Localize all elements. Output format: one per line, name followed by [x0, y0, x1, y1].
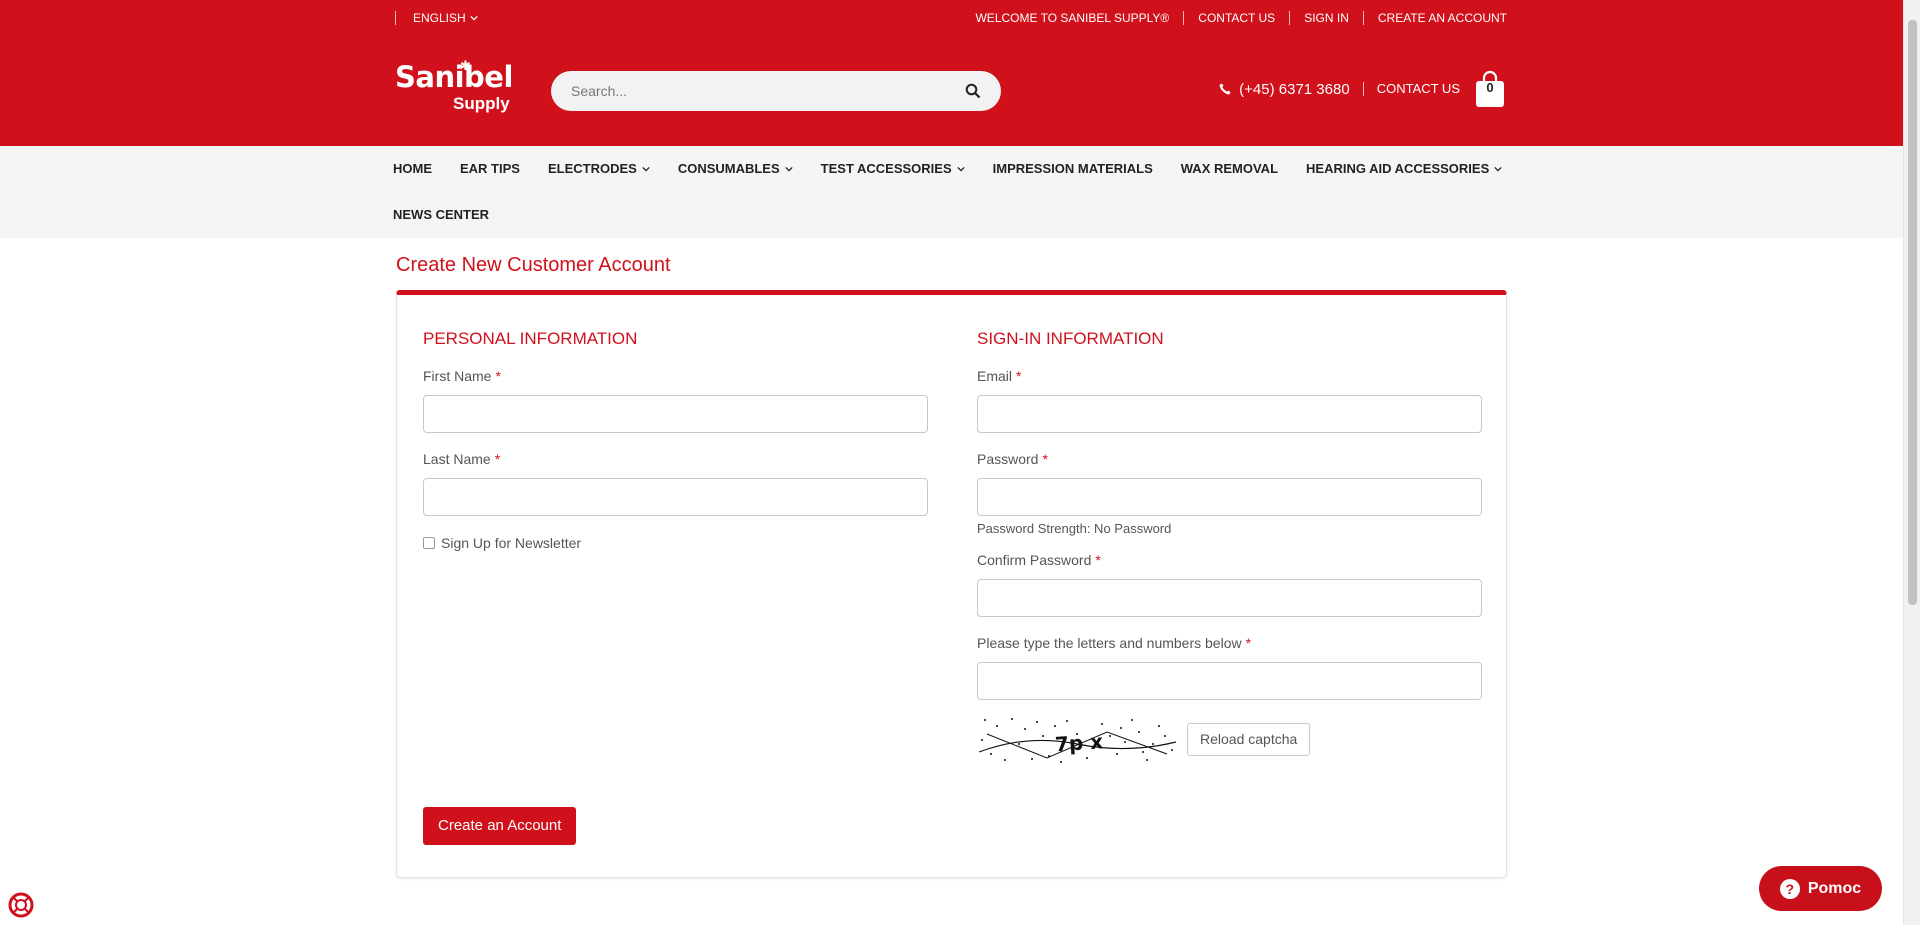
last-name-label: Last Name *: [423, 451, 500, 467]
nav-item-home[interactable]: HOME: [393, 161, 432, 176]
search-icon[interactable]: [965, 83, 981, 99]
logo-line-1: Sanibel: [395, 60, 513, 94]
nav-item-hearing-aid-accessories[interactable]: HEARING AID ACCESSORIES: [1306, 161, 1502, 176]
nav-label: WAX REMOVAL: [1180, 161, 1279, 176]
sign-in-link[interactable]: SIGN IN: [1289, 11, 1363, 25]
chevron-down-icon: [785, 166, 793, 172]
section-title: SIGN-IN INFORMATION: [977, 329, 1164, 348]
nav-item-wax-removal[interactable]: WAX REMOVAL: [1181, 161, 1278, 176]
top-bar: ENGLISH WELCOME TO SANIBEL SUPPLY® CONTA…: [395, 0, 1507, 35]
confirm-password-field[interactable]: [977, 579, 1482, 617]
confirm-password-label: Confirm Password *: [977, 552, 1101, 568]
site-header: ENGLISH WELCOME TO SANIBEL SUPPLY® CONTA…: [0, 0, 1920, 146]
lifebuoy-icon[interactable]: [7, 891, 35, 919]
header-contact-link[interactable]: CONTACT US: [1362, 82, 1460, 96]
top-links: WELCOME TO SANIBEL SUPPLY® CONTACT US SI…: [961, 11, 1507, 25]
create-account-link[interactable]: CREATE AN ACCOUNT: [1362, 11, 1507, 25]
phone-icon: [1219, 83, 1231, 95]
question-icon: ?: [1779, 878, 1800, 899]
nav-label: HOME: [393, 161, 432, 176]
help-button[interactable]: ? Pomoc: [1759, 866, 1882, 911]
nav-item-ear-tips[interactable]: EAR TIPS: [460, 161, 520, 176]
captcha-image: 7p x: [977, 714, 1178, 765]
label-text: Confirm Password: [977, 552, 1092, 568]
nav-label: EAR TIPS: [460, 161, 520, 176]
password-label: Password *: [977, 451, 1048, 467]
logo-line-2: Supply: [453, 94, 510, 113]
search-input[interactable]: [571, 83, 965, 99]
contact-us-link[interactable]: CONTACT US: [1183, 11, 1289, 25]
reload-captcha-button[interactable]: Reload captcha: [1187, 723, 1311, 756]
nav-row-1: HOME EAR TIPS ELECTRODES CONSUMABLES TES…: [393, 161, 1530, 176]
language-label: ENGLISH: [413, 11, 466, 25]
nav-label: NEWS CENTER: [393, 207, 490, 222]
nav-item-impression-materials[interactable]: IMPRESSION MATERIALS: [993, 161, 1153, 176]
page-scrollbar[interactable]: [1903, 0, 1920, 925]
nav-label: IMPRESSION MATERIALS: [992, 161, 1153, 176]
email-field[interactable]: [977, 395, 1482, 433]
required-mark: *: [1016, 368, 1022, 384]
nav-row-2: NEWS CENTER: [393, 207, 517, 222]
main-navigation: HOME EAR TIPS ELECTRODES CONSUMABLES TES…: [0, 146, 1920, 238]
cart-count: 0: [1486, 80, 1494, 95]
email-label: Email *: [977, 368, 1021, 384]
chevron-down-icon: [642, 166, 650, 172]
scrollbar-thumb[interactable]: [1908, 20, 1917, 605]
welcome-text: WELCOME TO SANIBEL SUPPLY®: [975, 11, 1170, 25]
newsletter-option: Sign Up for Newsletter: [423, 535, 581, 551]
page-title: Create New Customer Account: [396, 254, 671, 276]
logo-star-icon: ✱: [460, 58, 471, 73]
required-mark: *: [1095, 552, 1101, 568]
phone-number: (+45) 6371 3680: [1239, 80, 1350, 98]
password-strength: Password Strength: No Password: [977, 521, 1172, 536]
label-text: Please type the letters and numbers belo…: [977, 635, 1242, 651]
nav-label: TEST ACCESSORIES: [820, 161, 952, 176]
required-mark: *: [494, 451, 501, 467]
captcha-label: Please type the letters and numbers belo…: [977, 635, 1251, 651]
nav-item-news-center[interactable]: NEWS CENTER: [393, 207, 489, 222]
first-name-label: First Name *: [423, 368, 501, 384]
nav-label: CONSUMABLES: [677, 161, 780, 176]
label-text: Password: [977, 451, 1039, 467]
password-field[interactable]: [977, 478, 1482, 516]
last-name-field[interactable]: [423, 478, 928, 516]
label-text: First Name: [423, 368, 492, 384]
language-selector[interactable]: ENGLISH: [395, 11, 478, 25]
chevron-down-icon: [956, 166, 965, 172]
label-text: Last Name: [423, 451, 491, 467]
required-mark: *: [1042, 451, 1048, 467]
sanibel-logo[interactable]: Sanibel ✱ Supply: [395, 58, 513, 117]
section-title: PERSONAL INFORMATION: [423, 329, 638, 348]
nav-item-test-accessories[interactable]: TEST ACCESSORIES: [821, 161, 965, 176]
nav-label: HEARING AID ACCESSORIES: [1306, 161, 1490, 176]
nav-label: ELECTRODES: [547, 161, 637, 176]
search-bar: [551, 71, 1001, 111]
required-mark: *: [495, 368, 501, 384]
captcha-field[interactable]: [977, 662, 1482, 700]
required-mark: *: [1245, 635, 1252, 651]
create-account-button[interactable]: Create an Account: [423, 807, 577, 845]
nav-item-electrodes[interactable]: ELECTRODES: [548, 161, 650, 176]
label-text: Email: [977, 368, 1013, 384]
first-name-field[interactable]: [423, 395, 928, 433]
create-account-form: PERSONAL INFORMATION First Name * Last Na…: [396, 290, 1507, 878]
newsletter-checkbox[interactable]: [423, 537, 435, 549]
header-contact: (+45) 6371 3680 CONTACT US 0: [1219, 70, 1506, 108]
newsletter-label[interactable]: Sign Up for Newsletter: [441, 535, 581, 551]
cart-button[interactable]: 0: [1474, 70, 1506, 108]
nav-item-consumables[interactable]: CONSUMABLES: [678, 161, 793, 176]
chevron-down-icon: [1494, 166, 1502, 172]
phone-contact[interactable]: (+45) 6371 3680: [1219, 81, 1363, 98]
svg-text:7p x: 7p x: [1054, 729, 1104, 756]
help-label: Pomoc: [1807, 879, 1862, 897]
chevron-down-icon: [470, 15, 478, 21]
